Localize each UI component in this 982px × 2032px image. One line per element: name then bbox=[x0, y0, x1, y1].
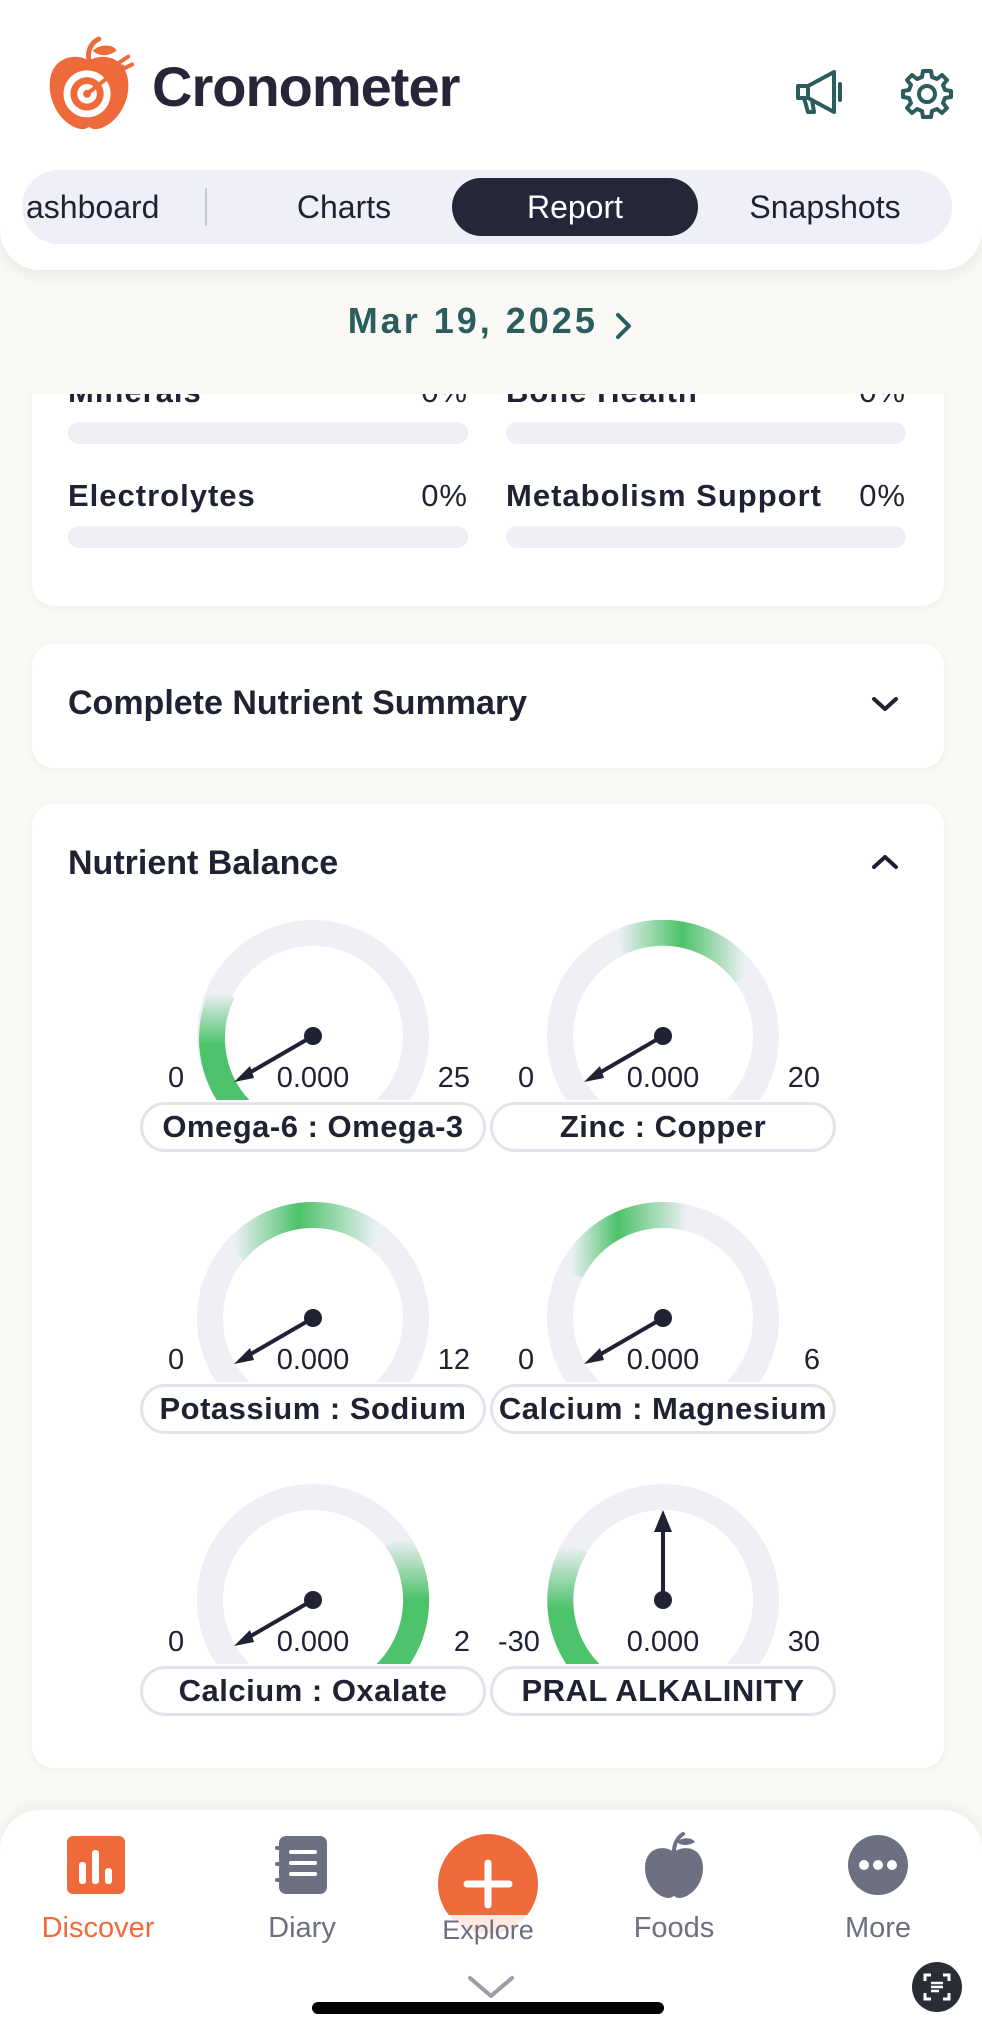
gauge-calcium-oxalate: 0 0.000 2 Calcium : Oxalate bbox=[138, 1484, 488, 1734]
metric-percent: 0% bbox=[421, 394, 468, 410]
tab-dashboard[interactable]: ashboard bbox=[22, 178, 202, 236]
metric-label: Minerals bbox=[68, 394, 202, 410]
metric-label: Metabolism Support bbox=[506, 478, 822, 513]
section-title: Nutrient Balance bbox=[68, 844, 339, 882]
nav-foods[interactable]: Foods bbox=[594, 1830, 754, 1945]
gauge-max: 6 bbox=[803, 1344, 820, 1376]
section-title: Complete Nutrient Summary bbox=[68, 684, 528, 722]
gauge-label: Potassium : Sodium bbox=[140, 1384, 486, 1434]
complete-nutrient-summary-card[interactable]: Complete Nutrient Summary bbox=[32, 644, 944, 768]
explore-label: Explore bbox=[388, 1915, 588, 1946]
notebook-icon bbox=[275, 1836, 327, 1894]
apple-icon bbox=[645, 1832, 703, 1898]
gauge-pral-alkalinity: -30 0.000 30 PRAL ALKALINITY bbox=[488, 1484, 838, 1734]
tab-snapshots[interactable]: Snapshots bbox=[712, 178, 938, 236]
metric-progress-bar bbox=[68, 422, 468, 444]
apple-target-logo-icon bbox=[49, 36, 135, 130]
chevron-right-icon[interactable] bbox=[614, 311, 634, 341]
targets-summary-card: Minerals 0% Bone Health 0% Electrolytes … bbox=[32, 394, 944, 606]
gauge-max: 25 bbox=[437, 1062, 470, 1094]
chevron-up-icon[interactable] bbox=[870, 852, 900, 872]
nav-discover[interactable]: Discover bbox=[18, 1830, 178, 1945]
chevron-down-icon[interactable] bbox=[870, 694, 900, 714]
nav-label: Foods bbox=[633, 1912, 715, 1944]
report-scroll-area[interactable]: Minerals 0% Bone Health 0% Electrolytes … bbox=[0, 394, 982, 1814]
gauge-value: 0.000 bbox=[276, 1344, 350, 1376]
tab-report[interactable]: Report bbox=[452, 178, 698, 236]
gauge-max: 20 bbox=[787, 1062, 820, 1094]
megaphone-icon bbox=[796, 70, 842, 114]
plus-icon bbox=[463, 1859, 513, 1909]
report-tabs: ashboard Charts Report Snapshots bbox=[22, 170, 952, 244]
app-logo: Cronometer bbox=[40, 36, 460, 136]
gauge-max: 30 bbox=[787, 1626, 820, 1658]
gauge-value: 0.000 bbox=[276, 1062, 350, 1094]
metric-percent: 0% bbox=[859, 394, 906, 410]
gauge-label: Calcium : Oxalate bbox=[140, 1666, 486, 1716]
gauge-calcium-magnesium: 0 0.000 6 Calcium : Magnesium bbox=[488, 1202, 838, 1452]
gauge-label: Omega-6 : Omega-3 bbox=[140, 1102, 486, 1152]
gauge-value: 0.000 bbox=[276, 1626, 350, 1658]
gauge-value: 0.000 bbox=[626, 1344, 700, 1376]
date-label: Mar 19, 2025 bbox=[347, 300, 598, 341]
chevron-down-icon[interactable] bbox=[466, 1974, 516, 2000]
gauge-potassium-sodium: 0 0.000 12 Potassium : Sodium bbox=[138, 1202, 488, 1452]
metric-percent: 0% bbox=[859, 478, 906, 513]
gauge-max: 12 bbox=[437, 1344, 470, 1376]
metric-label: Electrolytes bbox=[68, 478, 256, 513]
more-dots-icon bbox=[848, 1835, 908, 1895]
metric-label: Bone Health bbox=[506, 394, 698, 410]
metric-progress-bar bbox=[506, 526, 906, 548]
tab-charts[interactable]: Charts bbox=[234, 178, 454, 236]
metric-percent: 0% bbox=[421, 478, 468, 513]
nav-diary[interactable]: Diary bbox=[222, 1830, 382, 1945]
gauge-label: PRAL ALKALINITY bbox=[490, 1666, 836, 1716]
nav-label: More bbox=[844, 1912, 912, 1944]
announcements-button[interactable] bbox=[792, 64, 850, 122]
settings-button[interactable] bbox=[898, 64, 956, 122]
date-selector[interactable]: Mar 19, 2025 bbox=[0, 300, 982, 342]
gauge-value: 0.000 bbox=[626, 1626, 700, 1658]
text-scan-icon bbox=[923, 1973, 951, 2001]
nav-more[interactable]: More bbox=[798, 1830, 958, 1945]
nav-label: Diary bbox=[268, 1912, 336, 1944]
gear-icon bbox=[901, 69, 953, 119]
gauge-omega6-omega3: 0 0.000 25 Omega-6 : Omega-3 bbox=[138, 920, 488, 1170]
gauge-zinc-copper: 0 0.000 20 Zinc : Copper bbox=[488, 920, 838, 1170]
screen-reader-button[interactable] bbox=[912, 1962, 962, 2012]
bar-chart-icon bbox=[67, 1836, 125, 1894]
metric-progress-bar bbox=[506, 422, 906, 444]
home-indicator bbox=[312, 2002, 664, 2014]
gauge-label: Calcium : Magnesium bbox=[490, 1384, 836, 1434]
nutrient-balance-card: Nutrient Balance 0 0.000 25 Omega-6: Om… bbox=[32, 804, 944, 1768]
tab-divider bbox=[205, 188, 207, 226]
app-header: Cronometer ashboard Charts Report Snapsh… bbox=[0, 0, 982, 270]
app-name: Cronometer bbox=[152, 54, 460, 118]
gauge-value: 0.000 bbox=[626, 1062, 700, 1094]
metric-progress-bar bbox=[68, 526, 468, 548]
nav-label: Discover bbox=[41, 1912, 155, 1944]
gauge-label: Zinc : Copper bbox=[490, 1102, 836, 1152]
gauge-max: 2 bbox=[453, 1626, 470, 1658]
